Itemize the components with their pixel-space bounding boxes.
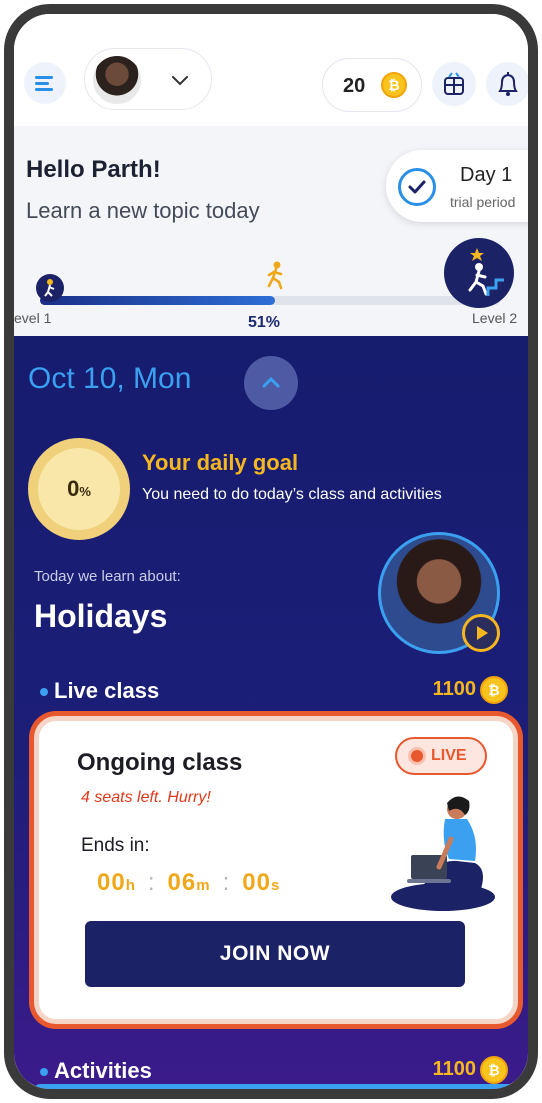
live-dot-icon bbox=[411, 750, 423, 762]
runner-icon bbox=[267, 261, 282, 290]
card-title: Ongoing class bbox=[77, 749, 243, 776]
chevron-up-icon bbox=[262, 376, 280, 388]
daily-goal-percent: 0% bbox=[67, 476, 91, 501]
date-label: Oct 10, Mon bbox=[28, 362, 192, 395]
greeting-title: Hello Parth! bbox=[26, 156, 161, 183]
live-class-card[interactable]: Ongoing class 4 seats left. Hurry! LIVE … bbox=[34, 716, 518, 1024]
daily-goal-ring: 0% bbox=[28, 438, 130, 540]
level-progress-fill bbox=[40, 296, 275, 305]
lesson-topic: Holidays bbox=[34, 598, 168, 634]
trial-label: trial period bbox=[450, 194, 516, 210]
bullet-icon bbox=[40, 1068, 48, 1076]
seats-left-text: 4 seats left. Hurry! bbox=[81, 789, 211, 806]
greeting-subtitle: Learn a new topic today bbox=[26, 198, 260, 223]
level-progress-bar bbox=[40, 296, 500, 305]
trial-day: Day 1 bbox=[460, 164, 513, 186]
activities-card-edge bbox=[34, 1084, 518, 1089]
top-bar: 20 ₿ bbox=[14, 14, 528, 126]
daily-goal-title: Your daily goal bbox=[142, 450, 299, 475]
countdown-timer: 00h:06m:00s bbox=[97, 869, 281, 896]
avatar bbox=[91, 54, 143, 106]
timer-minutes: 06 bbox=[167, 869, 197, 896]
live-class-label: Live class bbox=[54, 678, 160, 703]
play-icon[interactable] bbox=[462, 614, 500, 652]
level-percent: 51% bbox=[248, 314, 281, 331]
level-from-label: evel 1 bbox=[14, 310, 52, 326]
level-1-badge-icon bbox=[36, 274, 64, 302]
activities-points: 1100 bbox=[432, 1058, 476, 1080]
student-laptop-illustration bbox=[391, 796, 495, 911]
timer-seconds: 00 bbox=[242, 869, 271, 896]
greeting-section: Hello Parth! Learn a new topic today Day… bbox=[14, 126, 528, 336]
menu-icon[interactable] bbox=[24, 62, 66, 104]
level-to-label: Level 2 bbox=[472, 310, 518, 326]
lesson-label: Today we learn about: bbox=[34, 568, 181, 585]
timer-hours: 00 bbox=[97, 869, 126, 896]
live-class-points: 1100 bbox=[432, 678, 476, 700]
coin-count: 20 bbox=[343, 75, 366, 97]
live-badge-label: LIVE bbox=[431, 747, 467, 764]
collapse-button[interactable] bbox=[244, 356, 298, 410]
trial-day-card[interactable]: Day 1 trial period bbox=[386, 150, 528, 222]
bullet-icon bbox=[40, 688, 48, 696]
coin-icon: ₿ bbox=[480, 676, 508, 704]
device-frame: 20 ₿ Hello Parth! Learn a new topic toda… bbox=[4, 4, 538, 1099]
chevron-down-icon bbox=[172, 76, 188, 86]
gift-icon[interactable] bbox=[432, 62, 476, 106]
ends-in-label: Ends in: bbox=[81, 835, 150, 856]
app-screen: 20 ₿ Hello Parth! Learn a new topic toda… bbox=[14, 14, 528, 1089]
daily-goal-subtitle: You need to do today’s class and activit… bbox=[142, 486, 442, 503]
profile-switcher[interactable] bbox=[84, 48, 212, 110]
bell-icon[interactable] bbox=[486, 62, 528, 106]
join-now-button[interactable]: JOIN NOW bbox=[85, 921, 465, 987]
coin-balance[interactable]: 20 ₿ bbox=[322, 58, 422, 112]
live-class-header: Live class 1100 ₿ bbox=[34, 676, 514, 708]
activities-label: Activities bbox=[54, 1058, 152, 1083]
check-icon bbox=[398, 168, 436, 206]
daily-plan-panel: Oct 10, Mon 0% Your daily goal You need … bbox=[14, 336, 528, 1089]
coin-icon: ₿ bbox=[480, 1056, 508, 1084]
level-2-badge-icon bbox=[444, 238, 514, 308]
live-badge: LIVE bbox=[395, 737, 487, 775]
coin-icon: ₿ bbox=[381, 72, 407, 98]
